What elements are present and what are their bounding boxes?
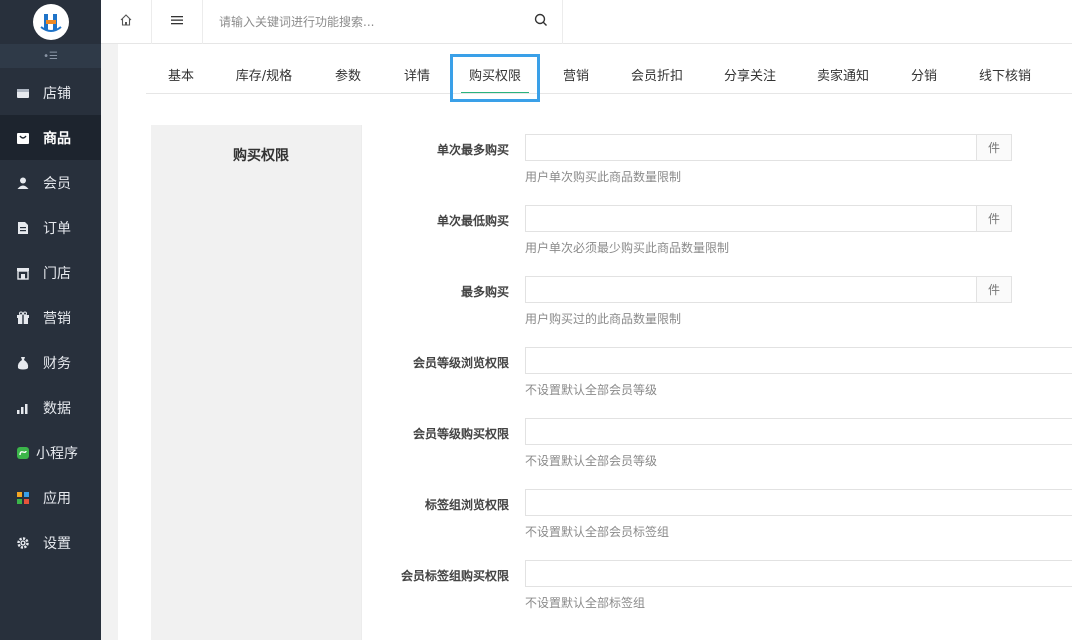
sidebar-item-label: 会员 [43,175,71,192]
field-label: 单次最多购买 [436,143,509,157]
field-hint: 不设置默认全部会员等级 [525,454,658,468]
sidebar-item-goods[interactable]: 商品 [0,115,101,160]
collapse-icon: •☰ [43,50,58,62]
sidebar-item-mini-program[interactable]: 小程序 [0,430,101,475]
gear-icon [16,536,30,550]
search-box [203,0,563,44]
sidebar-item-label: 订单 [43,220,71,237]
sidebar-item-label: 财务 [43,355,71,372]
field-label: 会员标签组购买权限 [400,569,509,583]
goods-icon [16,131,30,145]
sidebar-item-label: 店铺 [43,85,71,102]
section-title: 购买权限 [233,148,289,164]
field-label: 单次最低购买 [436,214,509,228]
sidebar-collapse-toggle[interactable]: •☰ [0,44,101,68]
level-view-select[interactable] [525,347,1072,374]
sidebar: •☰ 店铺 商品 会员 订单 门店 营销 财务 数据 小程序 应用 设置 [0,0,101,640]
main-content: 基本 库存/规格 参数 详情 购买权限 营销 会员折扣 分享关注 卖家通知 分销… [118,44,1072,640]
tab-member-discount[interactable]: 会员折扣 [612,52,702,94]
field-label: 会员等级浏览权限 [412,356,509,370]
input-group: 件 [525,276,1012,303]
menu-toggle-button[interactable] [152,0,203,44]
max-total-input[interactable] [525,276,977,303]
sidebar-item-shop[interactable]: 门店 [0,250,101,295]
sidebar-item-label: 设置 [43,535,71,552]
shop-icon [16,266,30,280]
sidebar-item-data[interactable]: 数据 [0,385,101,430]
sidebar-item-order[interactable]: 订单 [0,205,101,250]
sidebar-item-label: 小程序 [36,445,78,462]
sidebar-item-finance[interactable]: 财务 [0,340,101,385]
tab-offline-verify[interactable]: 线下核销 [960,52,1050,94]
hamburger-icon [170,14,184,30]
sidebar-item-apps[interactable]: 应用 [0,475,101,520]
max-per-order-input[interactable] [525,134,977,161]
field-hint: 不设置默认全部会员等级 [525,383,658,397]
input-group [525,489,1072,516]
tab-params[interactable]: 参数 [312,52,384,94]
sidebar-item-marketing[interactable]: 营销 [0,295,101,340]
field-label: 标签组浏览权限 [424,498,509,512]
tab-stock-spec[interactable]: 库存/规格 [216,52,312,94]
field-hint: 用户单次购买此商品数量限制 [525,170,682,184]
field-label: 会员等级购买权限 [412,427,509,441]
search-input[interactable] [219,15,534,29]
unit-addon: 件 [977,134,1012,161]
tag-view-select[interactable] [525,489,1072,516]
tag-buy-select[interactable] [525,560,1072,587]
top-bar [101,0,1072,44]
tab-seller-notice[interactable]: 卖家通知 [798,52,888,94]
field-hint: 用户单次必须最少购买此商品数量限制 [525,241,730,255]
tab-marketing[interactable]: 营销 [540,52,612,94]
field-hint: 用户购买过的此商品数量限制 [525,312,682,326]
input-group [525,418,1072,445]
field-label: 最多购买 [460,285,509,299]
min-per-order-input[interactable] [525,205,977,232]
tab-purchase-permission[interactable]: 购买权限 [450,54,540,102]
mini-program-icon [16,446,30,460]
sidebar-item-label: 营销 [43,310,71,327]
sidebar-item-label: 数据 [43,400,71,417]
home-icon [119,13,133,31]
unit-addon: 件 [977,205,1012,232]
sidebar-item-settings[interactable]: 设置 [0,520,101,565]
gift-icon [16,311,30,325]
sidebar-item-member[interactable]: 会员 [0,160,101,205]
input-group [525,560,1072,587]
product-edit-tabs: 基本 库存/规格 参数 详情 购买权限 营销 会员折扣 分享关注 卖家通知 分销… [146,52,1072,102]
logo-area [0,0,101,44]
input-group: 件 [525,205,1012,232]
sidebar-item-label: 应用 [43,490,71,507]
bar-chart-icon [16,401,30,415]
tab-distribution[interactable]: 分销 [888,52,960,94]
level-buy-select[interactable] [525,418,1072,445]
sidebar-menu: 店铺 商品 会员 订单 门店 营销 财务 数据 小程序 应用 设置 [0,70,101,565]
input-group [525,347,1072,374]
sidebar-item-store[interactable]: 店铺 [0,70,101,115]
sidebar-item-label: 门店 [43,265,71,282]
tab-basic[interactable]: 基本 [146,52,216,94]
unit-addon: 件 [977,276,1012,303]
permission-panel: 购买权限 单次最多购买 件 用户单次购买此商品数量限制 单次最低购买 件 用户单… [151,125,1072,640]
order-icon [16,221,30,235]
store-icon [16,86,30,100]
brand-logo[interactable] [32,4,69,40]
sidebar-item-label: 商品 [43,130,71,147]
money-bag-icon [16,356,30,370]
search-icon[interactable] [534,13,548,31]
permission-form: 单次最多购买 件 用户单次购买此商品数量限制 单次最低购买 件 用户单次必须最少… [361,125,1072,640]
user-icon [16,176,30,190]
tab-detail[interactable]: 详情 [384,52,450,94]
input-group: 件 [525,134,1012,161]
apps-icon [16,491,30,505]
home-button[interactable] [101,0,152,44]
field-hint: 不设置默认全部会员标签组 [525,525,670,539]
tab-share-follow[interactable]: 分享关注 [702,52,798,94]
field-hint: 不设置默认全部标签组 [525,596,646,610]
